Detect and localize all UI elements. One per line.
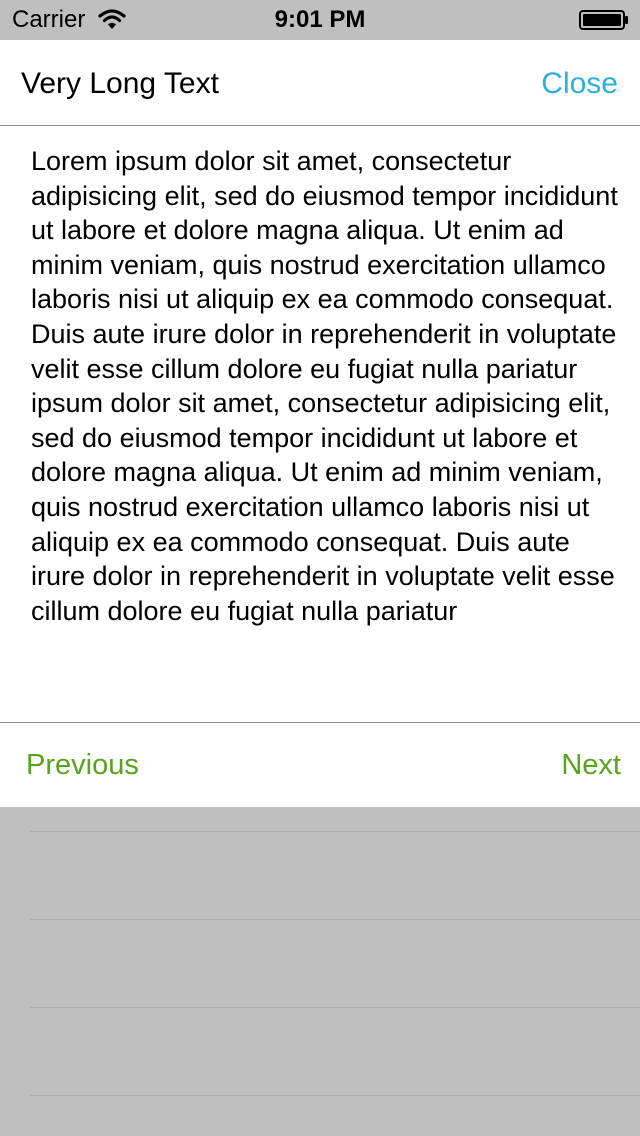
clock: 9:01 PM [274,6,366,33]
card-footer: Previous Next [0,722,640,807]
previous-button[interactable]: Previous [26,747,139,783]
text-card: Very Long Text Close Lorem ipsum dolor s… [0,40,640,807]
list-separator [30,919,640,920]
next-button[interactable]: Next [561,747,621,783]
list-separator [30,831,640,832]
status-bar: Carrier 9:01 PM [0,0,640,40]
body-text: Lorem ipsum dolor sit amet, consectetur … [31,146,618,626]
list-separator [30,1095,640,1096]
card-header: Very Long Text Close [0,40,640,126]
close-button[interactable]: Close [541,66,618,102]
card-title: Very Long Text [21,67,219,100]
background-list [0,807,640,1136]
battery-icon [579,10,629,30]
list-separator [30,1007,640,1008]
